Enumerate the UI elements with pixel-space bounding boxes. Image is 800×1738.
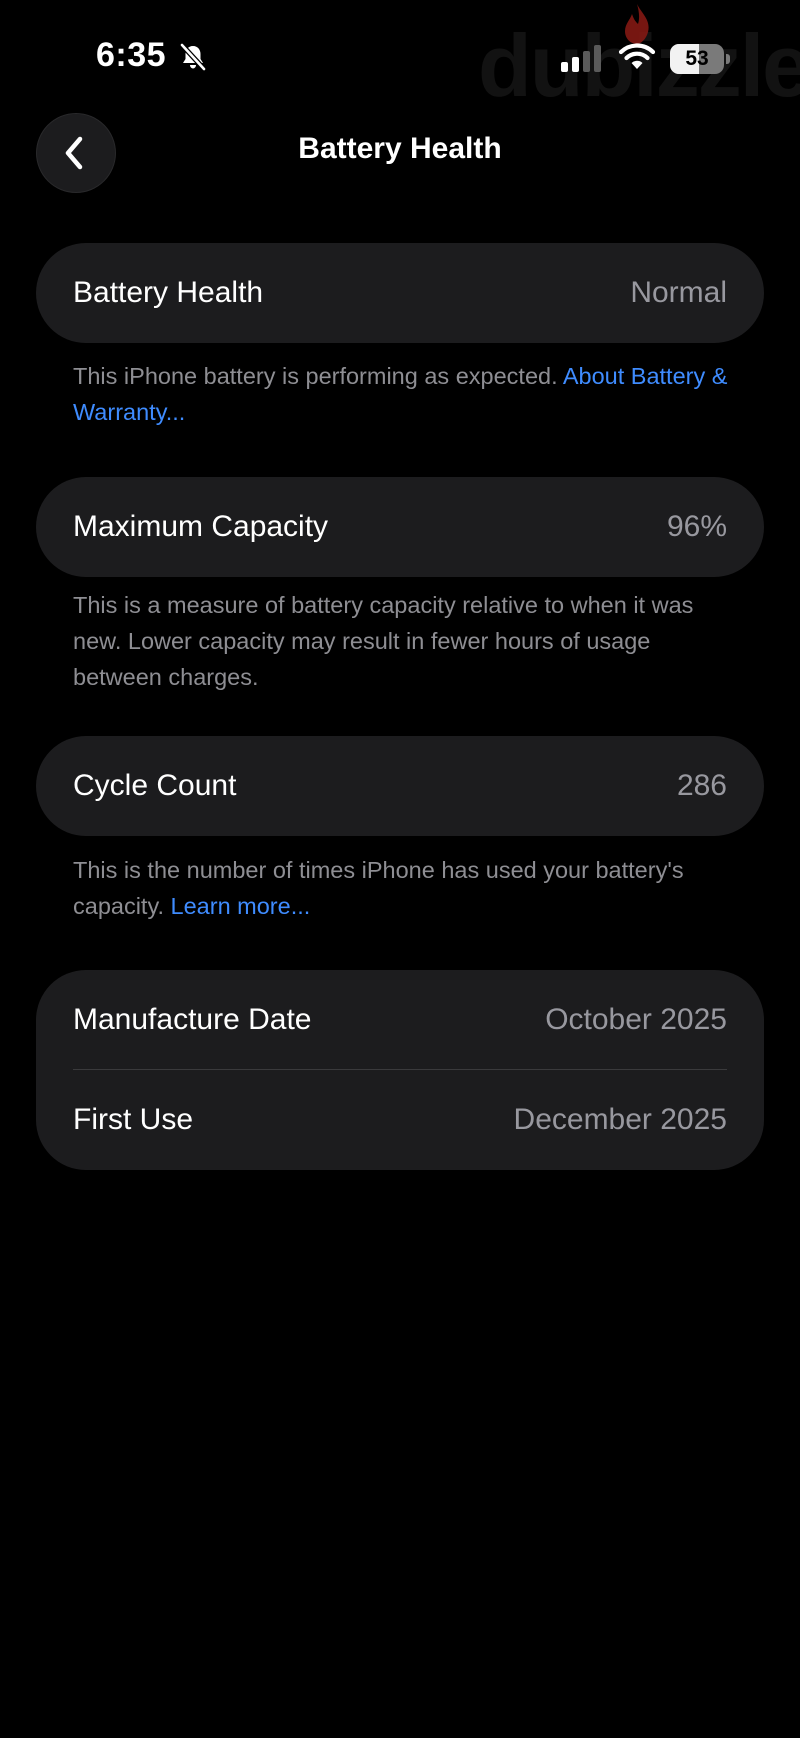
learn-more-link[interactable]: Learn more... [171,893,311,919]
status-time: 6:35 [96,36,167,74]
status-bar: dubizzle 6:35 53 [0,0,800,110]
battery-dates-card: Manufacture Date October 2025 First Use … [36,970,764,1170]
cycle-count-footnote: This is the number of times iPhone has u… [73,852,733,924]
battery-health-row: Battery Health Normal [36,243,764,343]
battery-terminal [726,54,730,64]
cycle-count-row: Cycle Count 286 [36,736,764,836]
manufacture-date-row: Manufacture Date October 2025 [36,970,764,1070]
manufacture-date-label: Manufacture Date [73,1003,312,1036]
maximum-capacity-description: This is a measure of battery capacity re… [73,592,694,690]
battery-indicator: 53 [670,44,730,74]
first-use-row: First Use December 2025 [36,1070,764,1170]
wifi-icon [618,43,656,69]
first-use-value: December 2025 [513,1103,727,1136]
maximum-capacity-card: Maximum Capacity 96% [36,477,764,577]
maximum-capacity-row: Maximum Capacity 96% [36,477,764,577]
manufacture-date-value: October 2025 [545,1003,727,1036]
maximum-capacity-footnote: This is a measure of battery capacity re… [73,587,733,695]
battery-health-label: Battery Health [73,276,264,309]
maximum-capacity-label: Maximum Capacity [73,510,329,543]
battery-percentage: 53 [685,47,709,70]
battery-health-description: This iPhone battery is performing as exp… [73,363,563,389]
battery-health-value: Normal [630,276,727,309]
first-use-label: First Use [73,1103,193,1136]
battery-health-card: Battery Health Normal [36,243,764,343]
page-title: Battery Health [298,132,502,165]
flame-icon [625,4,649,44]
maximum-capacity-value: 96% [666,510,727,543]
cycle-count-card: Cycle Count 286 [36,736,764,836]
silent-mode-bell-slash-icon [180,43,206,71]
cycle-count-value: 286 [676,769,727,802]
battery-body: 53 [670,44,724,74]
cellular-signal-icon [561,45,601,72]
cycle-count-label: Cycle Count [73,769,237,802]
cycle-count-description: This is the number of times iPhone has u… [73,857,684,919]
battery-health-footnote: This iPhone battery is performing as exp… [73,358,733,430]
